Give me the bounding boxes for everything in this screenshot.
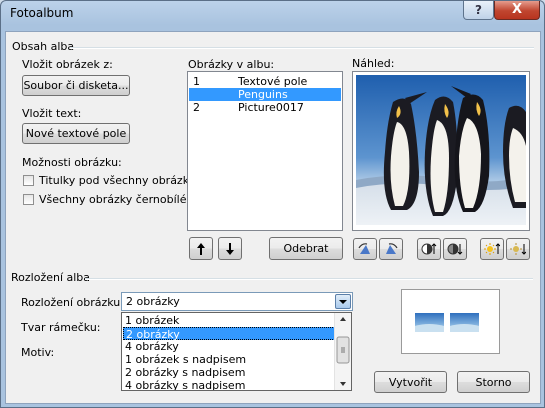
move-down-button[interactable] xyxy=(218,237,242,260)
insert-text-label: Vložit text: xyxy=(22,107,82,120)
picture-layout-dropdown-list[interactable]: 1 obrázek 2 obrázky 4 obrázky 1 obrázek … xyxy=(121,312,352,391)
dropdown-option[interactable]: 4 obrázky xyxy=(123,340,335,353)
captions-checkbox[interactable] xyxy=(23,175,34,186)
picture-options-label: Možnosti obrázku: xyxy=(22,156,122,169)
dropdown-scrollbar[interactable] xyxy=(334,313,351,390)
brightness-up-button[interactable] xyxy=(480,238,504,260)
theme-label: Motiv: xyxy=(21,346,55,359)
dialog-window: Fotoalbum ? X Obsah alba Vložit obrázek … xyxy=(0,0,545,408)
remove-button[interactable]: Odebrat xyxy=(269,237,343,260)
layout-preview-graphic xyxy=(415,313,479,332)
dropdown-option[interactable]: 2 obrázky s nadpisem xyxy=(123,366,335,379)
preview-image xyxy=(352,71,530,231)
captions-checkbox-label[interactable]: Titulky pod všechny obrázky xyxy=(39,174,195,187)
chevron-down-icon xyxy=(339,300,347,304)
contrast-up-icon xyxy=(421,243,437,255)
list-item[interactable]: 2 Picture0017 xyxy=(189,101,341,114)
picture-layout-select[interactable]: 2 obrázky xyxy=(121,292,353,311)
contrast-down-icon xyxy=(447,243,463,255)
arrow-down-icon xyxy=(226,242,234,255)
group-divider xyxy=(70,47,534,49)
brightness-down-icon xyxy=(510,243,526,255)
help-button[interactable]: ? xyxy=(463,1,494,20)
close-button[interactable]: X xyxy=(494,1,540,20)
list-item-number: 2 xyxy=(193,101,200,114)
arrow-up-icon xyxy=(197,242,205,255)
list-item-selected[interactable]: Penguins xyxy=(189,88,341,101)
insert-picture-label: Vložit obrázek z: xyxy=(22,58,113,71)
scrollbar-graphic xyxy=(336,317,350,386)
list-item-number: 1 xyxy=(193,75,200,88)
rotate-left-button[interactable] xyxy=(353,238,377,260)
window-title: Fotoalbum xyxy=(10,6,74,20)
black-white-checkbox-label[interactable]: Všechny obrázky černobílé xyxy=(39,193,186,206)
contrast-up-button[interactable] xyxy=(417,238,441,260)
frame-shape-label: Tvar rámečku: xyxy=(21,321,101,334)
move-up-button[interactable] xyxy=(189,237,213,260)
list-item-name: Penguins xyxy=(238,88,288,101)
group-divider xyxy=(85,278,533,280)
dropdown-option[interactable]: 1 obrázek s nadpisem xyxy=(123,353,335,366)
album-layout-group-title: Rozložení alba xyxy=(11,271,91,284)
new-textbox-button[interactable]: Nové textové pole xyxy=(22,123,130,144)
rotate-right-icon xyxy=(386,243,398,254)
album-content-group-title: Obsah alba xyxy=(12,40,75,53)
list-item-name: Textové pole xyxy=(238,75,308,88)
insert-picture-label-text: Vložit obrázek z: xyxy=(22,58,113,71)
brightness-up-icon xyxy=(484,243,500,255)
picture-layout-value: 2 obrázky xyxy=(126,295,180,308)
picture-layout-label: Rozložení obrázku: xyxy=(21,296,124,309)
rotate-right-button[interactable] xyxy=(379,238,403,260)
preview-label: Náhled: xyxy=(352,57,395,70)
rotate-left-icon xyxy=(358,243,370,254)
create-button[interactable]: Vytvořit xyxy=(374,371,447,393)
list-item[interactable]: 1 Textové pole xyxy=(189,75,341,88)
black-white-checkbox[interactable] xyxy=(23,194,34,205)
penguins-photo xyxy=(356,75,526,225)
dropdown-option[interactable]: 4 obrázky s nadpisem xyxy=(123,379,335,390)
list-item-name: Picture0017 xyxy=(238,101,304,114)
dropdown-option-selected[interactable]: 2 obrázky xyxy=(123,327,335,341)
contrast-down-button[interactable] xyxy=(443,238,467,260)
file-disk-button[interactable]: Soubor či disketa... xyxy=(22,75,130,96)
layout-preview xyxy=(401,289,500,354)
dropdown-option[interactable]: 1 obrázek xyxy=(123,314,335,327)
dropdown-button[interactable] xyxy=(335,294,351,309)
pictures-listbox[interactable]: 1 Textové pole Penguins 2 Picture0017 xyxy=(187,71,343,231)
cancel-button[interactable]: Storno xyxy=(457,371,530,393)
pictures-in-album-label: Obrázky v albu: xyxy=(188,58,275,71)
brightness-down-button[interactable] xyxy=(506,238,530,260)
